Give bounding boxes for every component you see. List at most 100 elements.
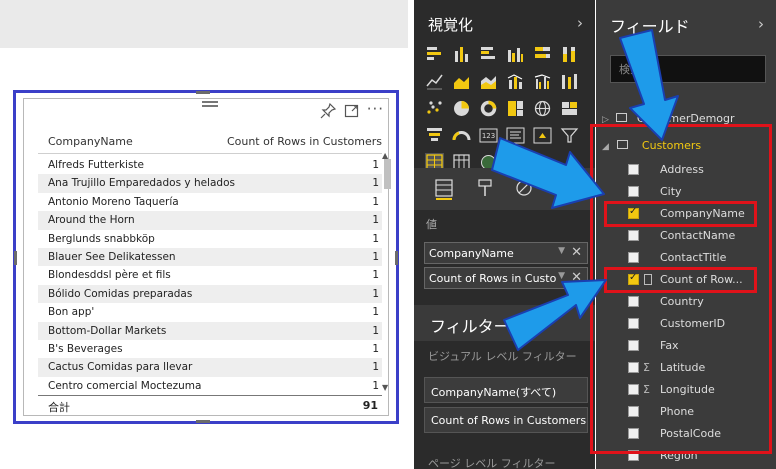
table-row[interactable]: Bólido Comidas preparadas 1 — [38, 284, 382, 304]
filter-companyname[interactable]: CompanyName(すべて) — [424, 377, 588, 403]
scroll-thumb[interactable] — [384, 159, 391, 189]
pin-icon[interactable] — [319, 102, 337, 120]
values-well-companyname[interactable]: CompanyName ▼ ✕ — [424, 242, 588, 264]
cell-count: 1 — [372, 177, 379, 190]
column-header-count[interactable]: Count of Rows in Customers — [227, 135, 382, 148]
table-row[interactable]: Bottom-Dollar Markets 1 — [38, 321, 382, 340]
collapse-fields-icon[interactable]: › — [758, 15, 764, 33]
area-chart-icon[interactable] — [451, 71, 472, 92]
close-icon[interactable]: ✕ — [571, 270, 582, 285]
visualizations-pane: 視覚化 › 123 値 CompanyName ▼ ✕ Count of Row… — [414, 0, 595, 469]
table-scrollbar[interactable]: ▲ ▼ — [382, 151, 392, 395]
cell-count: 1 — [372, 214, 379, 227]
svg-text:123: 123 — [482, 132, 495, 140]
table-header-row: CompanyName Count of Rows in Customers — [38, 132, 382, 154]
slicer-icon[interactable] — [559, 125, 580, 146]
cell-companyname: Alfreds Futterkiste — [48, 159, 144, 171]
table-row[interactable]: Alfreds Futterkiste 1 — [38, 156, 382, 174]
cell-count: 1 — [372, 195, 379, 208]
funnel-icon[interactable] — [424, 125, 445, 146]
fields-tab-icon[interactable] — [434, 178, 454, 200]
fields-title: フィールド — [610, 17, 690, 36]
filter-count-of-rows[interactable]: Count of Rows in Customers — [424, 407, 588, 433]
cell-companyname: Cactus Comidas para llevar — [48, 361, 193, 374]
filters-section-title: フィルター — [414, 305, 595, 341]
pie-chart-icon[interactable] — [451, 98, 472, 119]
close-icon[interactable]: ✕ — [571, 245, 582, 260]
cell-companyname: Antonio Moreno Taquería — [48, 195, 179, 208]
cell-companyname: Bólido Comidas preparadas — [48, 287, 193, 300]
line-chart-icon[interactable] — [424, 71, 445, 92]
fields-search-input[interactable]: 検索 — [610, 55, 766, 83]
cell-companyname: Bottom-Dollar Markets — [48, 324, 167, 337]
table-row[interactable]: Bon app' 1 — [38, 303, 382, 321]
well-item-label: Count of Rows in Customers — [429, 272, 557, 285]
table-row[interactable]: Antonio Moreno Taquería 1 — [38, 193, 382, 211]
donut-chart-icon[interactable] — [478, 98, 499, 119]
ribbon-chart-icon[interactable] — [559, 71, 580, 92]
table-body: Alfreds Futterkiste 1 Ana Trujillo Empared… — [38, 156, 382, 390]
total-label: 合計 — [48, 401, 70, 414]
line-and-stacked-column-icon[interactable] — [505, 71, 526, 92]
column-header-companyname[interactable]: CompanyName — [48, 135, 133, 148]
collapse-visualizations-icon[interactable]: › — [577, 14, 583, 32]
table-row[interactable]: Blondesddsl père et fils 1 — [38, 266, 382, 284]
drag-grip-icon[interactable] — [202, 101, 218, 111]
table-row[interactable]: Blauer See Delikatessen 1 — [38, 248, 382, 267]
kpi-icon[interactable] — [532, 125, 553, 146]
chevron-down-icon[interactable]: ▼ — [558, 246, 565, 256]
resize-handle-bottom[interactable] — [196, 420, 210, 423]
cell-count: 1 — [372, 343, 379, 355]
map-icon[interactable] — [532, 98, 553, 119]
cell-count: 1 — [372, 251, 379, 263]
canvas-top-strip — [0, 0, 408, 48]
gauge-icon[interactable] — [451, 125, 472, 146]
scatter-chart-icon[interactable] — [424, 98, 445, 119]
table-row[interactable]: B's Beverages 1 — [38, 340, 382, 358]
multi-row-card-icon[interactable] — [505, 125, 526, 146]
annotation-box-count-of-rows — [604, 267, 757, 293]
cell-companyname: Blondesddsl père et fils — [48, 269, 171, 282]
more-options-icon[interactable]: ··· — [367, 102, 384, 120]
stacked-column-chart-icon[interactable] — [451, 44, 472, 65]
treemap-icon[interactable] — [505, 98, 526, 119]
table-row[interactable]: Centro comercial Moctezuma 1 — [38, 377, 382, 390]
table-row[interactable]: Berglunds snabbköp 1 — [38, 230, 382, 248]
visualizations-title: 視覚化 — [428, 16, 474, 34]
table-visual[interactable]: ··· CompanyName Count of Rows in Custome… — [23, 98, 392, 416]
resize-handle-left[interactable] — [14, 251, 17, 265]
filled-map-icon[interactable] — [559, 98, 580, 119]
stacked-bar-chart-icon[interactable] — [424, 44, 445, 65]
stacked-area-chart-icon[interactable] — [478, 71, 499, 92]
table-visual-selection-frame: ··· CompanyName Count of Rows in Custome… — [13, 90, 399, 424]
clustered-column-chart-icon[interactable] — [505, 44, 526, 65]
cell-count: 1 — [372, 269, 379, 282]
focus-mode-icon[interactable] — [343, 102, 361, 120]
chevron-down-icon[interactable]: ▼ — [558, 271, 565, 281]
resize-handle-top[interactable] — [196, 91, 210, 94]
card-icon[interactable]: 123 — [478, 125, 499, 146]
visual-level-filters-label: ビジュアル レベル フィルター — [428, 350, 577, 363]
line-and-clustered-column-icon[interactable] — [532, 71, 553, 92]
analytics-tab-icon[interactable] — [514, 178, 534, 200]
table-row[interactable]: Cactus Comidas para llevar 1 — [38, 358, 382, 377]
cell-count: 1 — [372, 232, 379, 245]
clustered-bar-chart-icon[interactable] — [478, 44, 499, 65]
scroll-down-icon[interactable]: ▼ — [382, 383, 388, 392]
format-paint-roller-icon[interactable] — [476, 178, 494, 200]
table-row[interactable]: Ana Trujillo Emparedados y helados 1 — [38, 174, 382, 193]
table-icon — [616, 113, 628, 122]
table-total-row: 合計 91 — [38, 395, 382, 414]
100-percent-bar-chart-icon[interactable] — [532, 44, 553, 65]
cell-companyname: Blauer See Delikatessen — [48, 251, 176, 263]
cell-count: 1 — [372, 379, 379, 390]
cell-companyname: Ana Trujillo Emparedados y helados — [48, 177, 235, 190]
table-row[interactable]: Around the Horn 1 — [38, 211, 382, 230]
annotation-box-companyname — [604, 201, 757, 227]
values-well-label: 値 — [426, 218, 437, 231]
total-value: 91 — [362, 399, 378, 412]
page-level-filters-label: ページ レベル フィルター — [428, 457, 556, 469]
values-well-count-of-rows[interactable]: Count of Rows in Customers ▼ ✕ — [424, 267, 588, 289]
resize-handle-right[interactable] — [395, 251, 398, 265]
100-percent-column-chart-icon[interactable] — [559, 44, 580, 65]
